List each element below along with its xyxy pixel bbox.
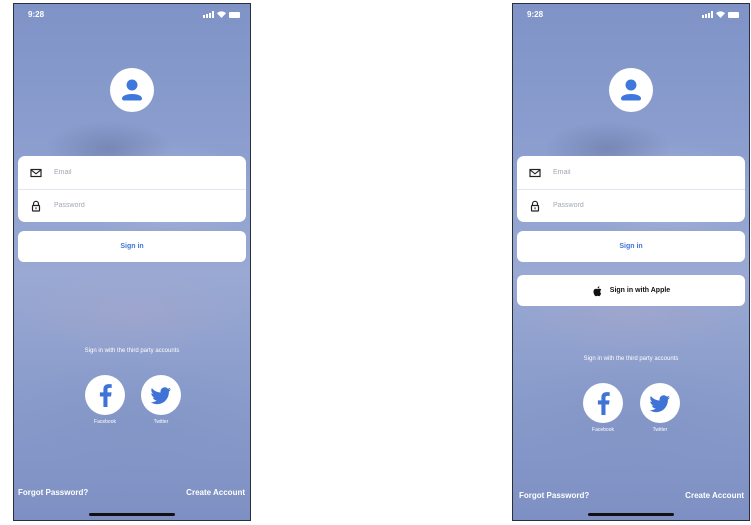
email-field[interactable] bbox=[54, 169, 204, 176]
login-card bbox=[517, 156, 745, 222]
password-field[interactable] bbox=[54, 202, 204, 209]
apple-sign-in-label: Sign in with Apple bbox=[609, 287, 671, 294]
envelope-icon bbox=[30, 168, 42, 177]
third-party-text: Sign in with the third party accounts bbox=[583, 356, 679, 362]
status-bar: 9:28 bbox=[14, 4, 250, 24]
login-screen-standard: 9:28 Email Sign in Sign in with the thir… bbox=[13, 3, 251, 521]
create-account-link[interactable]: Create Account bbox=[186, 488, 245, 497]
apple-logo-icon bbox=[593, 285, 602, 296]
email-row bbox=[517, 156, 745, 190]
twitter-icon bbox=[141, 375, 181, 415]
status-time: 9:28 bbox=[28, 10, 45, 19]
status-bar: 9:28 bbox=[513, 4, 749, 24]
email-field[interactable] bbox=[553, 169, 703, 176]
status-icons bbox=[203, 10, 240, 18]
battery-icon bbox=[229, 12, 240, 18]
email-row bbox=[18, 156, 246, 190]
create-account-link[interactable]: Create Account bbox=[685, 491, 744, 500]
screenshot-canvas: 9:28 Email Sign in Sign in with the thir… bbox=[0, 0, 751, 525]
facebook-label: Facebook bbox=[592, 427, 614, 433]
password-row bbox=[18, 189, 246, 222]
sign-in-button[interactable]: Sign in bbox=[18, 231, 246, 262]
signal-icon bbox=[702, 11, 713, 18]
sign-in-with-apple-button[interactable]: Sign in with Apple bbox=[517, 275, 745, 306]
facebook-label: Facebook bbox=[94, 419, 116, 425]
home-indicator bbox=[588, 513, 674, 516]
wifi-icon bbox=[217, 11, 226, 18]
password-field[interactable] bbox=[553, 202, 703, 209]
facebook-icon bbox=[583, 383, 623, 423]
password-row bbox=[517, 189, 745, 222]
twitter-icon bbox=[640, 383, 680, 423]
forgot-password-link[interactable]: Forgot Password? bbox=[18, 488, 88, 497]
user-avatar-icon bbox=[609, 68, 653, 112]
facebook-icon bbox=[85, 375, 125, 415]
sign-in-button[interactable]: Sign in bbox=[517, 231, 745, 262]
twitter-button[interactable]: Twitter bbox=[640, 383, 680, 433]
twitter-label: Twitter bbox=[153, 419, 169, 425]
facebook-button[interactable]: Facebook bbox=[583, 383, 623, 433]
login-screen-with-apple: 9:28 Email Sign in Sign in with Apple Si… bbox=[512, 3, 750, 521]
envelope-icon bbox=[529, 168, 541, 177]
facebook-button[interactable]: Facebook bbox=[85, 375, 125, 425]
third-party-text: Sign in with the third party accounts bbox=[84, 348, 180, 354]
login-card bbox=[18, 156, 246, 222]
twitter-button[interactable]: Twitter bbox=[141, 375, 181, 425]
wifi-icon bbox=[716, 11, 725, 18]
lock-icon bbox=[530, 200, 540, 212]
forgot-password-link[interactable]: Forgot Password? bbox=[519, 491, 589, 500]
lock-icon bbox=[31, 200, 41, 212]
home-indicator bbox=[89, 513, 175, 516]
status-icons bbox=[702, 10, 739, 18]
status-time: 9:28 bbox=[527, 10, 544, 19]
user-avatar-icon bbox=[110, 68, 154, 112]
twitter-label: Twitter bbox=[652, 427, 668, 433]
signal-icon bbox=[203, 11, 214, 18]
battery-icon bbox=[728, 12, 739, 18]
